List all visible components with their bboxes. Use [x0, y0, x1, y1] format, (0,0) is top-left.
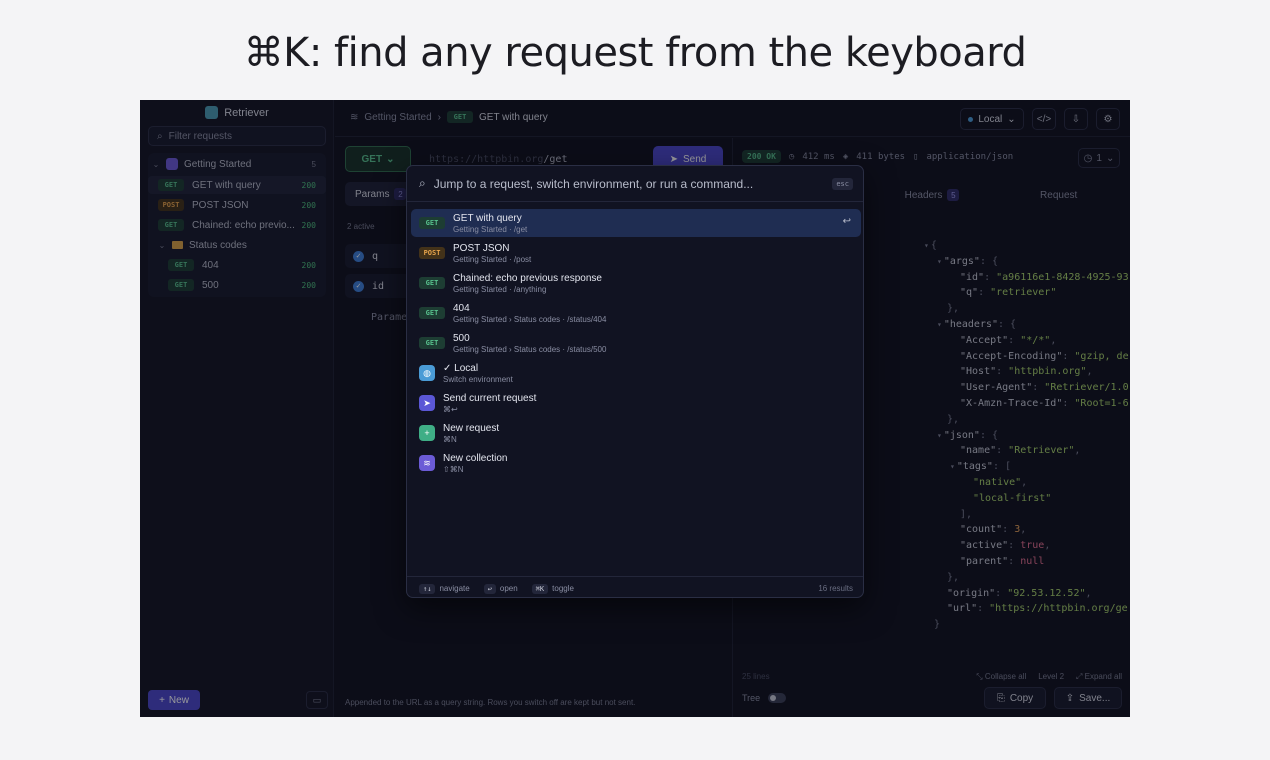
method-badge: POST: [419, 247, 445, 259]
method-badge: GET: [419, 217, 445, 229]
palette-item[interactable]: GET GET with query Getting Started · /get ↩: [411, 209, 861, 237]
palette-item-text: 500 Getting Started › Status codes · /sta…: [453, 333, 606, 354]
palette-item-title: 404: [453, 302, 470, 314]
palette-item-title: ✓ Local: [443, 362, 479, 374]
palette-item-text: GET with query Getting Started · /get: [453, 213, 527, 234]
palette-item[interactable]: ◍ ✓ Local Switch environment: [411, 359, 861, 387]
method-badge: GET: [419, 307, 445, 319]
palette-item-subtitle: ⌘↩: [443, 404, 458, 414]
navigate-hint: ↑↓ navigate: [419, 583, 470, 594]
palette-item-title: POST JSON: [453, 242, 510, 254]
search-icon: ⌕: [419, 176, 426, 190]
palette-item[interactable]: GET 404 Getting Started › Status codes · /…: [411, 299, 861, 327]
palette-item-title: Send current request: [443, 392, 537, 404]
palette-item-title: Chained: echo previous response: [453, 272, 602, 284]
palette-item[interactable]: GET 500 Getting Started › Status codes · /…: [411, 329, 861, 357]
palette-item-subtitle: ⇧⌘N: [443, 464, 464, 474]
palette-item-text: ✓ Local Switch environment: [443, 363, 513, 384]
palette-item-subtitle: ⌘N: [443, 434, 457, 444]
palette-item-text: Chained: echo previous response Getting S…: [453, 273, 602, 294]
stack-icon: ≋: [419, 455, 435, 471]
palette-item-subtitle: Getting Started · /post: [453, 254, 532, 264]
method-badge: GET: [419, 337, 445, 349]
palette-item-text: New collection ⇧⌘N: [443, 453, 507, 474]
palette-item-text: Send current request ⌘↩: [443, 393, 536, 414]
palette-item-subtitle: Switch environment: [443, 374, 513, 384]
palette-item-text: New request ⌘N: [443, 423, 499, 444]
toggle-hint: ⌘K toggle: [531, 583, 574, 594]
palette-search-input[interactable]: ⌕ Jump to a request, switch environment,…: [407, 166, 863, 202]
command-palette: ⌕ Jump to a request, switch environment,…: [406, 165, 864, 598]
palette-item[interactable]: ≋ New collection ⇧⌘N: [411, 449, 861, 477]
palette-item-title: New collection: [443, 452, 508, 464]
return-icon: ↩: [842, 216, 851, 227]
palette-item-subtitle: Getting Started › Status codes · /status…: [453, 314, 607, 324]
palette-item[interactable]: ➤ Send current request ⌘↩: [411, 389, 861, 417]
palette-item-text: POST JSON Getting Started · /post: [453, 243, 531, 264]
results-count: 16 results: [818, 584, 853, 593]
palette-item-title: GET with query: [453, 212, 522, 224]
palette-item[interactable]: POST POST JSON Getting Started · /post: [411, 239, 861, 267]
palette-item-title: New request: [443, 422, 500, 434]
palette-item-text: 404 Getting Started › Status codes · /sta…: [453, 303, 606, 324]
plus-icon: +: [419, 425, 435, 441]
open-hint: ↩ open: [483, 583, 518, 594]
palette-item-subtitle: Getting Started · /get: [453, 224, 528, 234]
app-window: Retriever ⌕ Filter requests ⌄ Getting St…: [140, 100, 1130, 717]
send-icon: ➤: [419, 395, 435, 411]
palette-item[interactable]: GET Chained: echo previous response Gettin…: [411, 269, 861, 297]
palette-item[interactable]: + New request ⌘N: [411, 419, 861, 447]
globe-icon: ◍: [419, 365, 435, 381]
method-badge: GET: [419, 277, 445, 289]
palette-item-title: 500: [453, 332, 470, 344]
palette-footer: ↑↓ navigate ↩ open ⌘K toggle 16 results: [407, 576, 863, 597]
esc-key-hint: esc: [832, 178, 853, 190]
page-caption: ⌘K: find any request from the keyboard: [243, 30, 1027, 76]
palette-item-subtitle: Getting Started › Status codes · /status…: [453, 344, 607, 354]
palette-placeholder: Jump to a request, switch environment, o…: [433, 176, 754, 191]
palette-item-subtitle: Getting Started · /anything: [453, 284, 547, 294]
